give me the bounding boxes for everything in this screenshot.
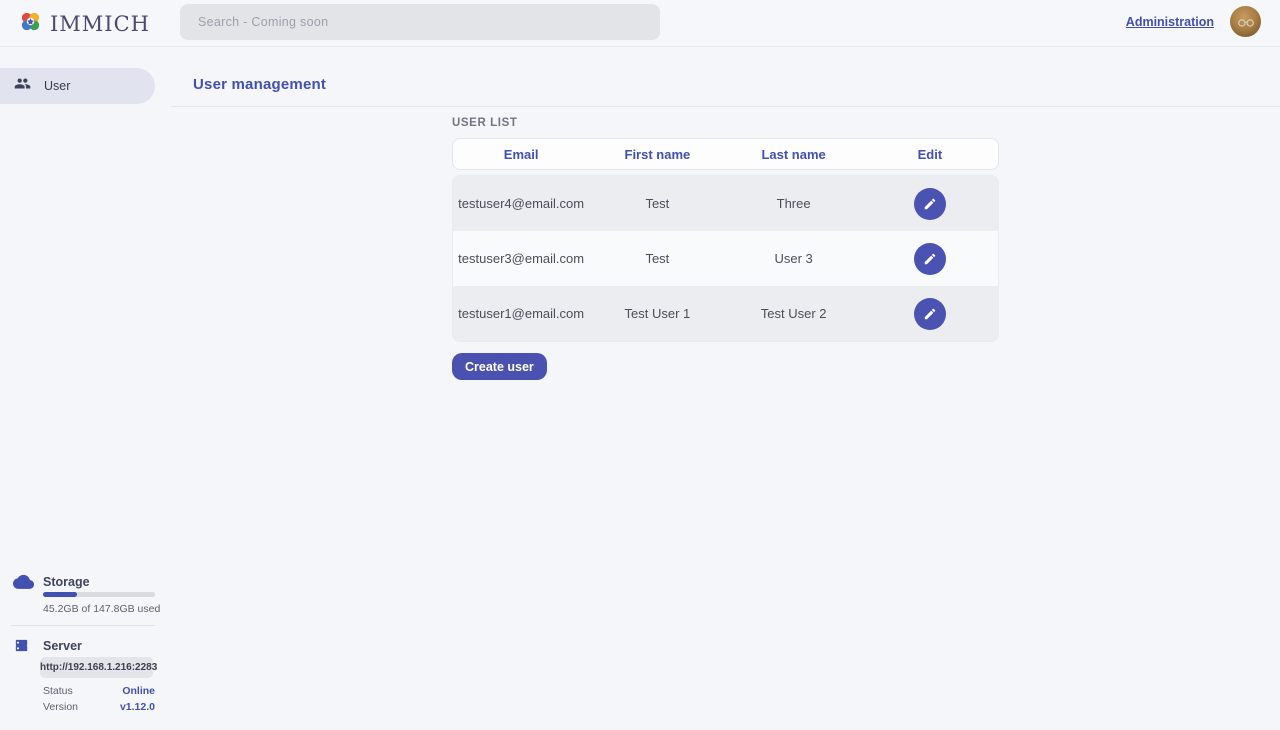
storage-title: Storage <box>43 575 90 589</box>
server-icon <box>13 637 30 659</box>
server-url-chip: http://192.168.1.216:2283 <box>40 657 153 678</box>
storage-section: Storage 45.2GB of 147.8GB used <box>0 570 171 625</box>
users-icon <box>14 75 31 97</box>
column-header-last-name: Last name <box>726 147 862 162</box>
top-navbar: IMMICH Administration <box>0 0 1280 47</box>
user-table-body: testuser4@email.com Test Three testuser3… <box>452 175 999 342</box>
pencil-icon <box>923 197 937 211</box>
pencil-icon <box>923 307 937 321</box>
create-user-button[interactable]: Create user <box>452 353 547 380</box>
cell-last-name: Three <box>726 196 862 211</box>
cell-first-name: Test <box>589 196 725 211</box>
status-label: Status <box>43 685 73 697</box>
app-logo: IMMICH <box>18 9 150 39</box>
cell-last-name: User 3 <box>726 251 862 266</box>
version-label: Version <box>43 701 78 713</box>
column-header-email: Email <box>453 147 589 162</box>
user-avatar[interactable] <box>1230 6 1261 37</box>
sidebar-item-user[interactable]: User <box>0 68 155 104</box>
edit-user-button[interactable] <box>914 298 946 330</box>
server-status-row: Status Online <box>43 685 155 697</box>
cell-first-name: Test User 1 <box>589 306 725 321</box>
cloud-icon <box>13 573 34 594</box>
column-header-first-name: First name <box>589 147 725 162</box>
column-header-edit: Edit <box>862 147 998 162</box>
search-input[interactable] <box>180 4 660 40</box>
page-title: User management <box>193 76 326 93</box>
status-value: Online <box>122 685 155 697</box>
server-section: Server http://192.168.1.216:2283 Status … <box>0 636 171 726</box>
storage-progress-fill <box>43 592 77 597</box>
title-divider <box>171 106 1280 107</box>
glasses-icon <box>1235 11 1257 33</box>
user-list-section: USER LIST Email First name Last name Edi… <box>452 117 999 380</box>
immich-flower-icon <box>18 9 43 39</box>
pencil-icon <box>923 252 937 266</box>
table-row: testuser4@email.com Test Three <box>453 176 998 231</box>
table-row: testuser3@email.com Test User 3 <box>453 231 998 286</box>
table-header: Email First name Last name Edit <box>452 138 999 170</box>
storage-usage-text: 45.2GB of 147.8GB used <box>43 603 160 615</box>
cell-email: testuser1@email.com <box>453 306 589 321</box>
server-title: Server <box>43 639 82 653</box>
app-title: IMMICH <box>50 12 150 36</box>
cell-email: testuser4@email.com <box>453 196 589 211</box>
sidebar-item-label: User <box>44 79 70 93</box>
version-value: v1.12.0 <box>120 701 155 713</box>
cell-email: testuser3@email.com <box>453 251 589 266</box>
table-row: testuser1@email.com Test User 1 Test Use… <box>453 286 998 341</box>
sidebar-divider <box>11 625 155 626</box>
administration-link[interactable]: Administration <box>1126 15 1214 29</box>
server-version-row: Version v1.12.0 <box>43 701 155 713</box>
storage-progress-track <box>43 592 155 597</box>
cell-first-name: Test <box>589 251 725 266</box>
edit-user-button[interactable] <box>914 243 946 275</box>
section-label: USER LIST <box>452 117 999 129</box>
cell-last-name: Test User 2 <box>726 306 862 321</box>
edit-user-button[interactable] <box>914 188 946 220</box>
